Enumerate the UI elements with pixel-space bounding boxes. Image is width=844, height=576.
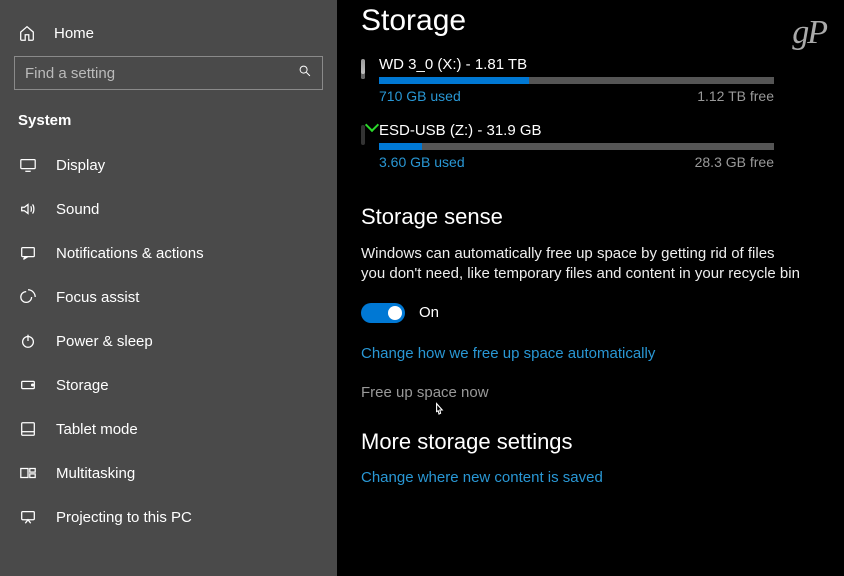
notifications-icon (18, 243, 38, 263)
search-box[interactable] (14, 56, 323, 90)
sidebar-item-label: Multitasking (56, 465, 135, 482)
sidebar-item-label: Focus assist (56, 289, 139, 306)
drive-name: ESD-USB (Z:) - 31.9 GB (379, 122, 774, 139)
sidebar-item-storage[interactable]: Storage (0, 363, 337, 407)
link-free-up-now[interactable]: Free up space now (361, 384, 844, 401)
drive-list: WD 3_0 (X:) - 1.81 TB 710 GB used 1.12 T… (361, 56, 844, 170)
search-wrap (0, 56, 337, 104)
storage-sense-toggle-row: On (361, 303, 844, 323)
home-icon (18, 24, 36, 42)
drive-stats: 3.60 GB used 28.3 GB free (379, 154, 774, 170)
drive-info: ESD-USB (Z:) - 31.9 GB 3.60 GB used 28.3… (379, 122, 844, 170)
sidebar-item-label: Sound (56, 201, 99, 218)
storage-sense-desc: Windows can automatically free up space … (361, 244, 801, 285)
storage-icon (18, 375, 38, 395)
sidebar-item-sound[interactable]: Sound (0, 187, 337, 231)
link-free-up-now-label: Free up space now (361, 384, 489, 401)
sidebar-item-focus-assist[interactable]: Focus assist (0, 275, 337, 319)
section-label-system: System (0, 104, 337, 143)
drive-usage-bar (379, 77, 774, 84)
sidebar: Home System Display Sound Notifications … (0, 0, 337, 576)
sidebar-item-label: Tablet mode (56, 421, 138, 438)
drive-name: WD 3_0 (X:) - 1.81 TB (379, 56, 774, 73)
sidebar-item-multitasking[interactable]: Multitasking (0, 451, 337, 495)
sidebar-item-label: Notifications & actions (56, 245, 204, 262)
search-icon (298, 64, 312, 83)
storage-sense-heading: Storage sense (361, 204, 844, 230)
drive-usage-fill (379, 143, 422, 150)
drive-usage-bar (379, 143, 774, 150)
sidebar-item-label: Projecting to this PC (56, 509, 192, 526)
sidebar-item-label: Storage (56, 377, 109, 394)
cursor-pointer-icon (431, 402, 447, 423)
link-new-content-saved[interactable]: Change where new content is saved (361, 469, 844, 486)
more-storage-heading: More storage settings (361, 429, 844, 455)
sidebar-item-label: Display (56, 157, 105, 174)
drive-stats: 710 GB used 1.12 TB free (379, 88, 774, 104)
power-icon (18, 331, 38, 351)
drive-usage-fill (379, 77, 529, 84)
toggle-knob (388, 306, 402, 320)
watermark: gP (792, 14, 826, 52)
sidebar-item-projecting[interactable]: Projecting to this PC (0, 495, 337, 539)
sidebar-item-notifications[interactable]: Notifications & actions (0, 231, 337, 275)
storage-sense-toggle[interactable] (361, 303, 405, 323)
sound-icon (18, 199, 38, 219)
search-input[interactable] (25, 65, 283, 82)
drive-item[interactable]: ESD-USB (Z:) - 31.9 GB 3.60 GB used 28.3… (361, 122, 844, 170)
sidebar-item-display[interactable]: Display (0, 143, 337, 187)
link-change-free-up[interactable]: Change how we free up space automaticall… (361, 345, 844, 362)
sidebar-item-power-sleep[interactable]: Power & sleep (0, 319, 337, 363)
drive-used[interactable]: 3.60 GB used (379, 154, 465, 170)
drive-free: 1.12 TB free (697, 88, 774, 104)
drive-info: WD 3_0 (X:) - 1.81 TB 710 GB used 1.12 T… (379, 56, 844, 104)
display-icon (18, 155, 38, 175)
tablet-icon (18, 419, 38, 439)
drive-item[interactable]: WD 3_0 (X:) - 1.81 TB 710 GB used 1.12 T… (361, 56, 844, 104)
home-label: Home (54, 25, 94, 42)
main-content: Storage WD 3_0 (X:) - 1.81 TB 710 GB use… (337, 0, 844, 576)
nav-list: Display Sound Notifications & actions Fo… (0, 143, 337, 539)
drive-used[interactable]: 710 GB used (379, 88, 461, 104)
projecting-icon (18, 507, 38, 527)
toggle-state-label: On (419, 304, 439, 321)
focus-assist-icon (18, 287, 38, 307)
drive-free: 28.3 GB free (695, 154, 774, 170)
drive-hdd-icon (361, 59, 365, 79)
home-button[interactable]: Home (0, 18, 337, 56)
sidebar-item-label: Power & sleep (56, 333, 153, 350)
drive-usb-icon (361, 125, 365, 145)
multitasking-icon (18, 463, 38, 483)
page-title: Storage (361, 4, 844, 38)
sidebar-item-tablet-mode[interactable]: Tablet mode (0, 407, 337, 451)
